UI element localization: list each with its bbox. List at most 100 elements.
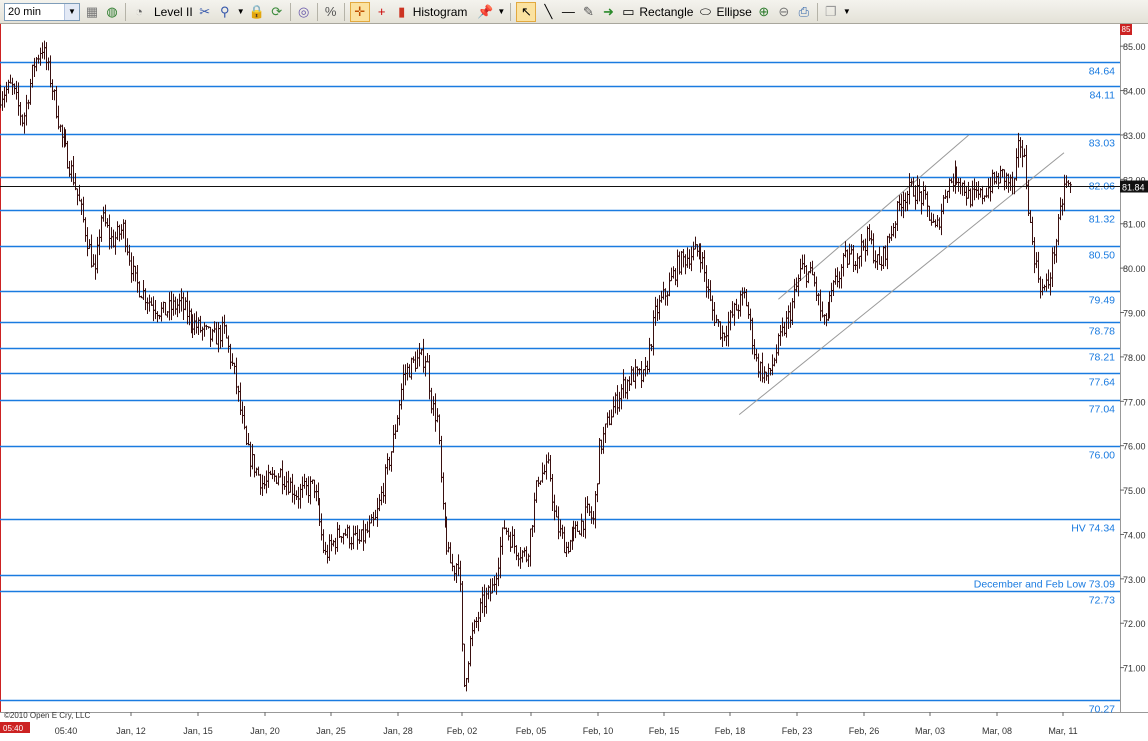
lock-icon[interactable]: 🔒: [249, 4, 265, 20]
x-tick-label: Feb, 02: [447, 726, 478, 736]
scissors-icon[interactable]: ✂: [197, 4, 213, 20]
price-chart[interactable]: 84.64 84.11 83.03 82.06 81.32 80.50 79.49 78.78…: [0, 24, 1148, 741]
pin-icon[interactable]: 📌: [477, 4, 493, 20]
level2-button[interactable]: Level II: [151, 2, 193, 22]
x-tick-label: Jan, 20: [250, 726, 280, 736]
timeframe-value: 20 min: [8, 5, 42, 18]
x-tick-label: Jan, 15: [183, 726, 213, 736]
clock-icon[interactable]: ◔: [131, 4, 147, 20]
cursor-icon[interactable]: ↖: [516, 1, 537, 22]
chart-canvas[interactable]: 84.6484.1183.0382.0681.3280.5079.4978.78…: [0, 24, 1148, 741]
zoom-icon[interactable]: ⚲: [217, 4, 233, 20]
x-tick-label: Feb, 15: [649, 726, 680, 736]
last-price-label: 81.84: [1122, 183, 1145, 193]
crosshair-icon[interactable]: ✛: [349, 1, 370, 22]
level-label: 76.00: [1089, 450, 1115, 462]
toolbar-divider: [125, 2, 126, 21]
level-label: 70.27: [1089, 704, 1115, 716]
level-label: 80.50: [1089, 250, 1115, 262]
arrow-icon[interactable]: ➜: [600, 4, 616, 20]
y-tick-label: 77.00: [1123, 397, 1146, 407]
rectangle-icon: ▭: [622, 3, 635, 19]
level-label: 72.73: [1089, 595, 1115, 607]
x-tick-label: Feb, 26: [849, 726, 880, 736]
y-tick-label: 79.00: [1123, 309, 1146, 319]
histogram-icon: ▮: [398, 3, 406, 19]
rectangle-label: Rectangle: [639, 4, 694, 19]
level-label: 77.04: [1089, 404, 1115, 416]
copyright-text: ©2010 Open E Cry, LLC: [4, 711, 90, 720]
level-label: December and Feb Low 73.09: [974, 579, 1115, 591]
y-tick-label: 80.00: [1123, 264, 1146, 274]
x-tick-label: Jan, 12: [116, 726, 146, 736]
plus-icon[interactable]: +: [374, 4, 390, 20]
timeframe-select[interactable]: 20 min ▼: [4, 2, 80, 21]
refresh-icon[interactable]: ⟳: [269, 4, 285, 20]
rectangle-button[interactable]: ▭ Rectangle: [620, 2, 693, 22]
level-label: 81.32: [1089, 214, 1115, 226]
x-tick-label: Jan, 25: [316, 726, 346, 736]
chevron-down-icon[interactable]: ▼: [64, 3, 79, 20]
chart-corner-badge: 85: [1120, 24, 1132, 35]
y-tick-label: 81.00: [1123, 220, 1146, 230]
toolbar-divider: [816, 2, 818, 21]
level-label: 78.78: [1089, 326, 1115, 338]
print-icon[interactable]: ⎙: [796, 4, 812, 20]
y-tick-label: 71.00: [1123, 664, 1146, 674]
histogram-label: Histogram: [412, 4, 468, 19]
y-tick-label: 72.00: [1123, 619, 1146, 629]
x-tick-label: Jan, 28: [383, 726, 413, 736]
link-icon[interactable]: ◎: [296, 4, 312, 20]
chevron-down-icon[interactable]: ▼: [237, 4, 245, 20]
chart-toolbar: 20 min ▼ ▦ ◍ ◔ Level II ✂ ⚲ ▼ 🔒 ⟳ ◎ % ✛ …: [0, 0, 1148, 24]
grid-icon[interactable]: ▦: [84, 4, 100, 20]
y-tick-label: 85.00: [1123, 42, 1146, 52]
x-tick-label: Feb, 23: [782, 726, 813, 736]
y-tick-label: 74.00: [1123, 530, 1146, 540]
level-label: 78.21: [1089, 352, 1115, 364]
x-tick-label: Mar, 03: [915, 726, 945, 736]
y-tick-label: 73.00: [1123, 575, 1146, 585]
start-time-label: 05:40: [3, 724, 24, 733]
x-tick-label: Mar, 11: [1048, 726, 1077, 736]
level-label: 83.03: [1089, 138, 1115, 150]
x-tick-label: 05:40: [55, 726, 78, 736]
x-tick-label: Feb, 18: [715, 726, 746, 736]
level-label: HV 74.34: [1071, 523, 1115, 535]
x-tick-label: Feb, 10: [583, 726, 614, 736]
ellipse-icon: ⬭: [699, 3, 711, 19]
plot-area: [0, 24, 1120, 712]
window-icon[interactable]: ❐: [823, 4, 839, 20]
ellipse-button[interactable]: ⬭ Ellipse: [697, 2, 752, 22]
x-tick-label: Feb, 05: [516, 726, 547, 736]
percent-icon[interactable]: %: [323, 4, 339, 20]
y-tick-label: 78.00: [1123, 353, 1146, 363]
note-icon[interactable]: ✎: [580, 4, 596, 20]
level-label: 84.64: [1089, 66, 1115, 78]
zoom-out-icon[interactable]: ⊖: [776, 4, 792, 20]
y-axis-ticks: 85.0084.0083.0082.0081.0080.0079.0078.00…: [1120, 42, 1146, 674]
chevron-down-icon[interactable]: ▼: [843, 4, 851, 20]
y-tick-label: 75.00: [1123, 486, 1146, 496]
toolbar-divider: [510, 2, 512, 21]
chevron-down-icon[interactable]: ▼: [497, 4, 505, 20]
y-axis-area: [1120, 24, 1148, 712]
y-tick-label: 76.00: [1123, 442, 1146, 452]
toolbar-divider: [343, 2, 345, 21]
histogram-button[interactable]: ▮ Histogram: [394, 2, 468, 22]
level-label: 79.49: [1089, 295, 1115, 307]
hline-icon[interactable]: —: [560, 4, 576, 20]
level2-label: Level II: [154, 4, 193, 19]
toolbar-divider: [316, 2, 318, 21]
x-axis-area: [0, 712, 1148, 741]
level-label: 84.11: [1090, 90, 1116, 102]
level-label: 77.64: [1089, 377, 1115, 389]
y-tick-label: 84.00: [1123, 87, 1146, 97]
toolbar-divider: [289, 2, 291, 21]
globe-icon[interactable]: ◍: [104, 4, 120, 20]
x-tick-label: Mar, 08: [982, 726, 1012, 736]
line-icon[interactable]: ╲: [540, 4, 556, 20]
ellipse-label: Ellipse: [716, 4, 752, 19]
zoom-in-icon[interactable]: ⊕: [756, 4, 772, 20]
y-tick-label: 83.00: [1123, 131, 1146, 141]
